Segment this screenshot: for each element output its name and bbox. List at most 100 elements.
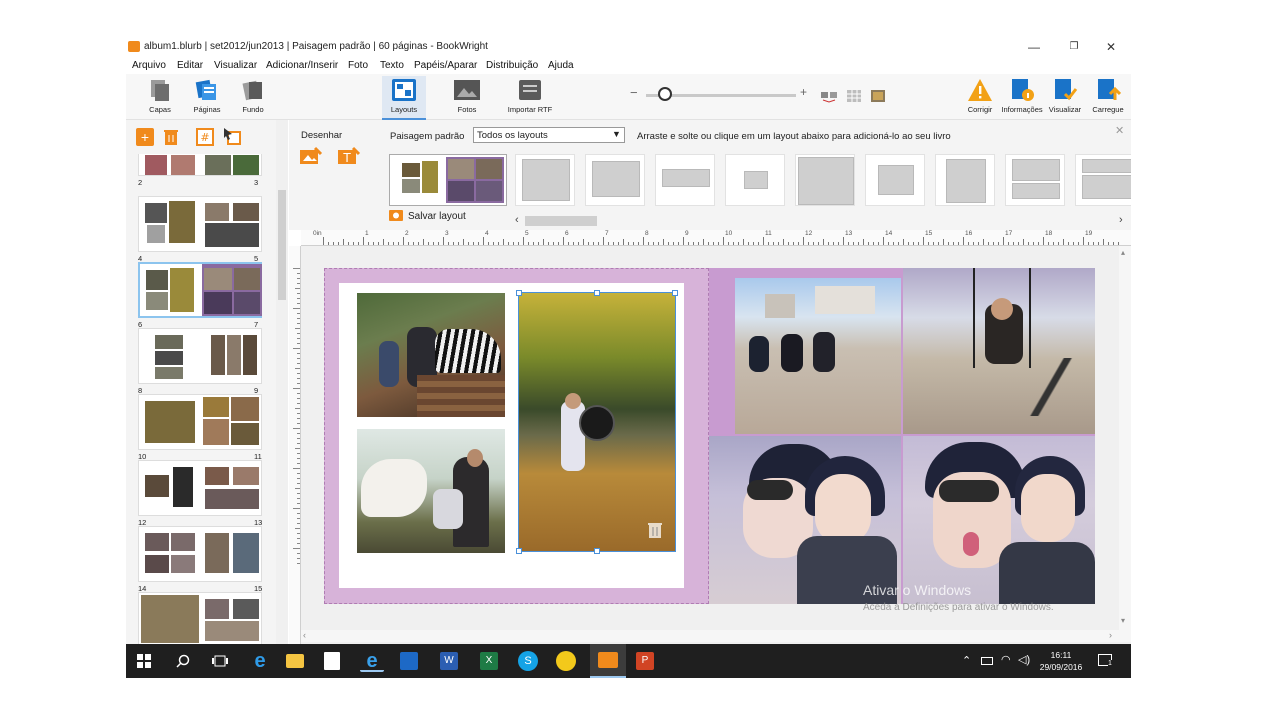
menu-adicionar-inserir[interactable]: Adicionar/Inserir: [266, 60, 338, 71]
menu-texto[interactable]: Texto: [380, 60, 404, 71]
maximize-button[interactable]: ❐: [1059, 38, 1089, 56]
draw-text-icon[interactable]: T: [337, 146, 361, 166]
layouts-tab[interactable]: Layouts: [382, 76, 426, 120]
paginas-button[interactable]: Páginas: [184, 76, 230, 120]
view-single-icon[interactable]: [870, 89, 886, 103]
norton-icon[interactable]: [556, 651, 576, 671]
photo-pan-handle[interactable]: [579, 405, 615, 441]
minimize-button[interactable]: —: [1019, 38, 1049, 56]
select-pages-icon[interactable]: [222, 126, 242, 146]
layout-filter-select[interactable]: Todos os layouts ▼: [473, 127, 625, 143]
visualizar-button[interactable]: Visualizar: [1043, 76, 1087, 120]
photo-frame[interactable]: [903, 268, 1095, 434]
internet-explorer-icon[interactable]: e: [360, 650, 384, 672]
wifi-icon[interactable]: ◠: [1001, 653, 1011, 666]
page-spread[interactable]: [138, 394, 262, 450]
view-grid-icon[interactable]: [846, 89, 862, 103]
edge-icon[interactable]: e: [248, 650, 272, 672]
menu-distribuicao[interactable]: Distribuição: [486, 60, 538, 71]
photo-frame[interactable]: [903, 436, 1095, 604]
photo-frame[interactable]: [735, 278, 901, 434]
layouts-scroll-right-icon[interactable]: ›: [1119, 214, 1123, 226]
menu-ajuda[interactable]: Ajuda: [548, 60, 574, 71]
delete-photo-icon[interactable]: [647, 521, 663, 539]
ruler-tick: [295, 288, 300, 289]
layout-thumbnail[interactable]: [725, 154, 785, 206]
page-spread[interactable]: [138, 592, 262, 648]
carregue-button[interactable]: Carregue: [1086, 76, 1130, 120]
layout-thumbnail[interactable]: [1075, 154, 1131, 206]
task-view-icon[interactable]: [212, 654, 228, 668]
corrigir-button[interactable]: Corrigir: [958, 76, 1002, 120]
excel-icon[interactable]: X: [480, 652, 498, 670]
page-spread[interactable]: [138, 154, 262, 176]
delete-page-icon[interactable]: [162, 128, 180, 146]
informacoes-button[interactable]: Informações: [1000, 76, 1044, 120]
photo-frame[interactable]: [357, 293, 505, 417]
menu-papeis-aparar[interactable]: Papéis/Aparar: [414, 60, 477, 71]
windows-start-icon[interactable]: [137, 654, 151, 668]
close-button[interactable]: ✕: [1096, 38, 1126, 56]
ruler-tick: [623, 239, 624, 245]
layouts-panel-close-icon[interactable]: ✕: [1115, 124, 1124, 137]
battery-icon[interactable]: [981, 657, 993, 665]
add-page-icon[interactable]: +: [136, 128, 154, 146]
file-explorer-icon[interactable]: [286, 654, 304, 668]
zoom-out-button[interactable]: −: [630, 85, 638, 100]
security-shield-icon[interactable]: [400, 652, 418, 670]
left-page[interactable]: [324, 268, 709, 604]
layout-thumbnail-current[interactable]: [389, 154, 507, 206]
zoom-in-button[interactable]: +: [800, 85, 807, 99]
resize-handle[interactable]: [594, 290, 600, 296]
page-spread[interactable]: [138, 328, 262, 384]
resize-handle[interactable]: [672, 290, 678, 296]
photo-frame-selected[interactable]: [518, 292, 676, 552]
menu-editar[interactable]: Editar: [177, 60, 203, 71]
layout-thumbnail[interactable]: [585, 154, 645, 206]
zoom-slider-thumb[interactable]: [658, 87, 672, 101]
page-spread[interactable]: [138, 460, 262, 516]
resize-handle[interactable]: [516, 548, 522, 554]
capas-button[interactable]: Capas: [137, 76, 183, 120]
menu-foto[interactable]: Foto: [348, 60, 368, 71]
skype-icon[interactable]: S: [518, 651, 538, 671]
photo-frame[interactable]: [357, 429, 505, 553]
right-page[interactable]: [709, 268, 1095, 604]
taskbar-clock[interactable]: 16:11 29/09/2016: [1036, 649, 1086, 673]
menu-arquivo[interactable]: Arquivo: [132, 60, 166, 71]
bookwright-taskbar-button[interactable]: [590, 644, 626, 678]
layout-thumbnail[interactable]: [1005, 154, 1065, 206]
photo-frame[interactable]: [709, 436, 901, 604]
pages-panel-scrollbar[interactable]: ▾: [276, 120, 288, 660]
layouts-scroll-left-icon[interactable]: ‹: [515, 214, 519, 226]
layout-thumbnail[interactable]: [795, 154, 855, 206]
layout-thumbnail[interactable]: [655, 154, 715, 206]
layouts-scroll-thumb[interactable]: [525, 216, 597, 226]
scroll-thumb[interactable]: [278, 190, 286, 300]
resize-handle[interactable]: [516, 290, 522, 296]
word-icon[interactable]: W: [440, 652, 458, 670]
fundo-button[interactable]: Fundo: [230, 76, 276, 120]
show-hidden-icons-icon[interactable]: ⌃: [962, 654, 971, 667]
page-number-icon[interactable]: #: [196, 128, 214, 146]
search-icon[interactable]: [176, 654, 190, 668]
layout-thumbnail[interactable]: [515, 154, 575, 206]
volume-icon[interactable]: ◁): [1018, 653, 1030, 666]
page-spread-selected[interactable]: [138, 262, 262, 318]
page-spread[interactable]: [138, 526, 262, 582]
layout-thumbnail[interactable]: [865, 154, 925, 206]
powerpoint-icon[interactable]: P: [636, 652, 654, 670]
draw-photo-icon[interactable]: [299, 146, 323, 166]
save-layout-icon[interactable]: [389, 209, 403, 222]
canvas-vertical-scrollbar[interactable]: ▴ ▾: [1119, 246, 1131, 630]
layout-thumbnail[interactable]: [935, 154, 995, 206]
resize-handle[interactable]: [594, 548, 600, 554]
page-spread[interactable]: [138, 196, 262, 252]
view-spread-icon[interactable]: [820, 88, 838, 104]
store-icon[interactable]: [324, 652, 340, 670]
fotos-tab[interactable]: Fotos: [444, 76, 490, 120]
importar-rtf-tab[interactable]: Importar RTF: [504, 76, 556, 120]
save-layout-label[interactable]: Salvar layout: [408, 211, 466, 222]
canvas-horizontal-scrollbar[interactable]: ‹ ›: [301, 630, 1131, 642]
menu-visualizar[interactable]: Visualizar: [214, 60, 257, 71]
